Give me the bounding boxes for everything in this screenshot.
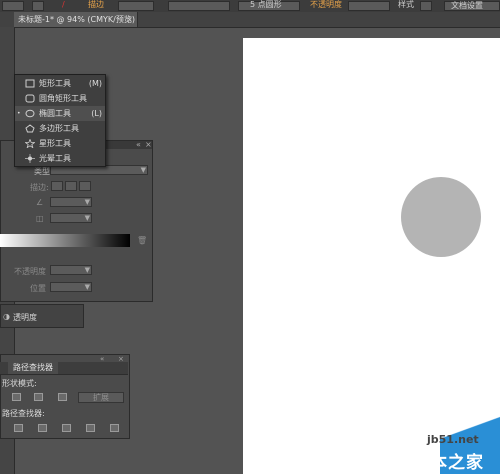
aspect-icon: ◫: [36, 214, 44, 223]
menu-item-shortcut: (L): [91, 109, 102, 118]
menu-item-shortcut: (M): [88, 79, 102, 88]
document-tab[interactable]: 未标题-1* @ 94% (CMYK/预览) ×: [14, 12, 138, 27]
expand-button[interactable]: 扩展: [78, 392, 124, 403]
transparency-icon: ◑: [3, 312, 10, 321]
opacity-label[interactable]: 不透明度: [310, 0, 342, 9]
close-icon[interactable]: ×: [126, 12, 133, 27]
trash-icon[interactable]: 🗑: [137, 236, 147, 245]
trim-button[interactable]: [38, 424, 47, 432]
opacity-field-grad[interactable]: ▼: [50, 265, 92, 275]
close-panel-icon[interactable]: ×: [145, 140, 152, 149]
star-icon: [25, 139, 35, 148]
opacity-field[interactable]: [348, 1, 390, 11]
menu-item-label: 星形工具: [39, 139, 71, 148]
document-tab-strip: 未标题-1* @ 94% (CMYK/预览) ×: [0, 12, 500, 28]
menu-item-label: 多边形工具: [39, 124, 79, 133]
menu-item-label: 椭圆工具: [39, 109, 71, 118]
stroke-option-2[interactable]: [65, 181, 77, 191]
outline-button[interactable]: [110, 424, 119, 432]
none-indicator: /: [62, 0, 65, 9]
watermark-brand: 脚本之家: [412, 453, 484, 473]
opacity-label-grad: 不透明度: [14, 267, 46, 276]
menu-item-label: 圆角矩形工具: [39, 94, 87, 103]
gradient-slider[interactable]: [0, 234, 130, 247]
shape-modes-label: 形状模式:: [2, 379, 37, 388]
stroke-option-3[interactable]: [79, 181, 91, 191]
document-tab-title: 未标题-1* @ 94% (CMYK/预览): [18, 15, 135, 24]
brush-label: 5 点圆形: [250, 0, 282, 9]
crop-button[interactable]: [86, 424, 95, 432]
menu-item-polygon[interactable]: 多边形工具: [15, 121, 105, 136]
stroke-swatch[interactable]: [32, 1, 44, 11]
chevron-down-icon: ▼: [84, 198, 90, 206]
chevron-down-icon: ▼: [84, 266, 90, 274]
chevron-down-icon: ▼: [140, 166, 146, 174]
transparency-panel[interactable]: ◑ 透明度: [0, 304, 84, 328]
chevron-down-icon: ▼: [84, 214, 90, 222]
ellipse-shape[interactable]: [401, 177, 481, 257]
menu-item-label: 矩形工具: [39, 79, 71, 88]
pathfinder-tabs: 路径查找器: [0, 362, 128, 375]
document-setup-button[interactable]: 文档设置: [444, 1, 500, 11]
location-field[interactable]: ▼: [50, 282, 92, 292]
tab-pathfinder[interactable]: 路径查找器: [8, 362, 58, 374]
chevron-down-icon: ▼: [84, 283, 90, 291]
minus-front-button[interactable]: [34, 393, 43, 401]
angle-field[interactable]: ▼: [50, 197, 92, 207]
stroke-weight-field[interactable]: [118, 1, 154, 11]
variable-width-profile[interactable]: [168, 1, 230, 11]
unite-button[interactable]: [12, 393, 21, 401]
ellipse-icon: [25, 109, 35, 118]
pathfinders-label: 路径查找器:: [2, 409, 45, 418]
location-label: 位置: [30, 284, 46, 293]
menu-item-rounded-rectangle[interactable]: 圆角矩形工具: [15, 91, 105, 106]
style-label: 样式: [398, 0, 414, 9]
watermark-url: jb51.net: [427, 433, 479, 446]
rectangle-icon: [25, 79, 35, 88]
shape-tools-flyout: 矩形工具 (M) 圆角矩形工具 • 椭圆工具 (L) 多边形工具 星形工具 光晕…: [14, 74, 106, 167]
menu-item-ellipse[interactable]: • 椭圆工具 (L): [15, 106, 105, 121]
rounded-rectangle-icon: [25, 94, 35, 103]
stroke-label[interactable]: 描边: [88, 0, 104, 9]
collapse-icon[interactable]: «: [136, 140, 141, 149]
polygon-icon: [25, 124, 35, 133]
merge-button[interactable]: [62, 424, 71, 432]
gradient-panel-header: « ×: [100, 140, 152, 149]
intersect-button[interactable]: [58, 393, 67, 401]
angle-icon: ∠: [36, 198, 44, 207]
stroke-gradient-label: 描边:: [30, 183, 49, 192]
menu-item-flare[interactable]: 光晕工具: [15, 151, 105, 166]
menu-item-label: 光晕工具: [39, 154, 71, 163]
stroke-color-box[interactable]: [2, 1, 24, 11]
transparency-label: 透明度: [13, 313, 37, 322]
document-setup-label: 文档设置: [451, 1, 483, 10]
divide-button[interactable]: [14, 424, 23, 432]
stroke-option-1[interactable]: [51, 181, 63, 191]
flare-icon: [25, 154, 35, 163]
aspect-ratio-field[interactable]: ▼: [50, 213, 92, 223]
menu-item-star[interactable]: 星形工具: [15, 136, 105, 151]
style-swatch[interactable]: [420, 1, 432, 11]
menu-item-rectangle[interactable]: 矩形工具 (M): [15, 76, 105, 91]
selected-bullet-icon: •: [17, 110, 21, 117]
